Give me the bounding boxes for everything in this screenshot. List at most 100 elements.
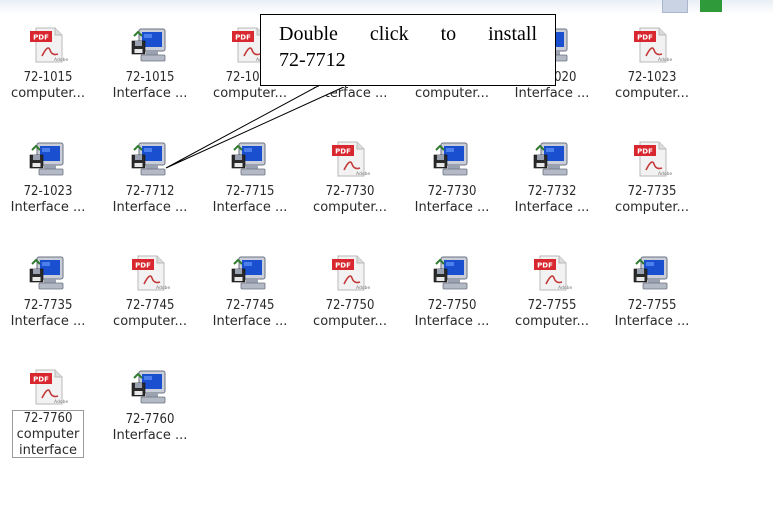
svg-text:Adobe: Adobe bbox=[356, 171, 370, 177]
install-callout: Double click to install 72-7712 bbox=[260, 14, 556, 86]
installer-file-item[interactable]: 72-1015 Interface ... bbox=[100, 26, 200, 102]
file-description: computer... bbox=[313, 314, 387, 329]
svg-text:PDF: PDF bbox=[637, 148, 653, 156]
file-description: Interface ... bbox=[212, 200, 288, 215]
installer-computer-icon bbox=[130, 26, 170, 64]
installer-file-item[interactable]: 72-7735 Interface ... bbox=[0, 254, 98, 330]
pdf-document-icon: PDF Adobe bbox=[532, 254, 572, 292]
installer-computer-icon bbox=[532, 140, 572, 178]
file-name: 72-7745 bbox=[225, 298, 275, 313]
installer-file-item[interactable]: 72-7760 Interface ... bbox=[100, 368, 200, 444]
file-label: 72-7750 Interface ... bbox=[402, 298, 502, 330]
pdf-file-item[interactable]: PDF Adobe 72-7750 computer... bbox=[300, 254, 400, 330]
pdf-file-item[interactable]: PDF Adobe 72-7745 computer... bbox=[100, 254, 200, 330]
file-name: 72-1023 bbox=[23, 184, 73, 199]
file-description: Interface ... bbox=[414, 314, 490, 329]
pdf-document-icon: PDF Adobe bbox=[330, 140, 370, 178]
svg-text:Adobe: Adobe bbox=[54, 399, 68, 405]
file-label: 72-1023 Interface ... bbox=[0, 184, 98, 216]
pdf-document-icon: PDF Adobe bbox=[632, 140, 672, 178]
file-name: 72-1015 bbox=[23, 70, 73, 85]
file-description: Interface ... bbox=[112, 200, 188, 215]
installer-file-item[interactable]: 72-7755 Interface ... bbox=[602, 254, 702, 330]
svg-text:PDF: PDF bbox=[135, 262, 151, 270]
file-description: Interface ... bbox=[212, 314, 288, 329]
file-name: 72-7732 bbox=[527, 184, 577, 199]
file-name: 72-7730 bbox=[427, 184, 477, 199]
file-label: 72-7760 Interface ... bbox=[100, 412, 200, 444]
file-description: computer... bbox=[415, 86, 489, 101]
svg-text:Adobe: Adobe bbox=[558, 285, 572, 291]
svg-text:PDF: PDF bbox=[537, 262, 553, 270]
file-label: 72-7760 computer interface bbox=[12, 410, 84, 458]
file-name: 72-7755 bbox=[627, 298, 677, 313]
pdf-file-item[interactable]: PDF Adobe 72-7755 computer... bbox=[502, 254, 602, 330]
svg-text:PDF: PDF bbox=[33, 34, 49, 42]
file-description: computer... bbox=[615, 200, 689, 215]
svg-text:Adobe: Adobe bbox=[156, 285, 170, 291]
svg-text:PDF: PDF bbox=[235, 34, 251, 42]
file-label: 72-7745 Interface ... bbox=[200, 298, 300, 330]
svg-text:PDF: PDF bbox=[33, 376, 49, 384]
file-description: Interface ... bbox=[614, 314, 690, 329]
file-label: 72-7735 Interface ... bbox=[0, 298, 98, 330]
svg-text:PDF: PDF bbox=[335, 262, 351, 270]
installer-file-item[interactable]: 72-1023 Interface ... bbox=[0, 140, 98, 216]
file-name: 72-7735 bbox=[627, 184, 677, 199]
file-name: 72-7745 bbox=[125, 298, 175, 313]
file-label: 72-7730 Interface ... bbox=[402, 184, 502, 216]
pdf-file-item[interactable]: PDF Adobe 72-7730 computer... bbox=[300, 140, 400, 216]
file-name: 72-7760 bbox=[23, 411, 73, 426]
file-description: Interface ... bbox=[112, 428, 188, 443]
installer-computer-icon bbox=[28, 140, 68, 178]
installer-computer-icon bbox=[230, 254, 270, 292]
installer-file-item[interactable]: 72-7750 Interface ... bbox=[402, 254, 502, 330]
file-name: 72-7750 bbox=[427, 298, 477, 313]
file-label: 72-7730 computer... bbox=[300, 184, 400, 216]
file-name: 72-7715 bbox=[225, 184, 275, 199]
file-name: 72-7712 bbox=[125, 184, 175, 199]
installer-computer-icon bbox=[632, 254, 672, 292]
file-label: 72-7735 computer... bbox=[602, 184, 702, 216]
file-description: computer interface bbox=[16, 427, 80, 458]
file-label: 72-7755 computer... bbox=[502, 298, 602, 330]
pdf-document-icon: PDF Adobe bbox=[632, 26, 672, 64]
file-description: computer... bbox=[113, 314, 187, 329]
installer-file-item[interactable]: 72-7745 Interface ... bbox=[200, 254, 300, 330]
installer-file-item[interactable]: 72-7730 Interface ... bbox=[402, 140, 502, 216]
installer-computer-icon bbox=[130, 368, 170, 406]
pdf-file-item[interactable]: PDF Adobe 72-1023 computer... bbox=[602, 26, 702, 102]
file-name: 72-7760 bbox=[125, 412, 175, 427]
svg-text:Adobe: Adobe bbox=[658, 171, 672, 177]
file-name: 72-7750 bbox=[325, 298, 375, 313]
file-description: computer... bbox=[213, 86, 287, 101]
pdf-document-icon: PDF Adobe bbox=[130, 254, 170, 292]
file-name: 72-1015 bbox=[125, 70, 175, 85]
file-label: 72-7732 Interface ... bbox=[502, 184, 602, 216]
file-name: 72-7735 bbox=[23, 298, 73, 313]
file-name: 72-7730 bbox=[325, 184, 375, 199]
file-label: 72-1015 computer... bbox=[0, 70, 98, 102]
file-description: computer... bbox=[313, 200, 387, 215]
file-label: 72-7755 Interface ... bbox=[602, 298, 702, 330]
file-description: computer... bbox=[11, 86, 85, 101]
installer-file-item[interactable]: 72-7732 Interface ... bbox=[502, 140, 602, 216]
file-label: 72-7715 Interface ... bbox=[200, 184, 300, 216]
file-description: Interface ... bbox=[112, 86, 188, 101]
installer-file-item[interactable]: 72-7715 Interface ... bbox=[200, 140, 300, 216]
pdf-file-item[interactable]: PDF Adobe 72-7735 computer... bbox=[602, 140, 702, 216]
callout-line-1: Double click to install bbox=[279, 23, 537, 45]
installer-computer-icon bbox=[28, 254, 68, 292]
installer-file-item[interactable]: 72-7712 Interface ... bbox=[100, 140, 200, 216]
pdf-file-item[interactable]: PDF Adobe 72-7760 computer interface bbox=[0, 368, 98, 458]
svg-text:PDF: PDF bbox=[335, 148, 351, 156]
file-label: 72-7750 computer... bbox=[300, 298, 400, 330]
svg-text:Adobe: Adobe bbox=[54, 57, 68, 63]
installer-computer-icon bbox=[432, 254, 472, 292]
pdf-document-icon: PDF Adobe bbox=[28, 26, 68, 64]
pdf-file-item[interactable]: PDF Adobe 72-1015 computer... bbox=[0, 26, 98, 102]
pdf-document-icon: PDF Adobe bbox=[330, 254, 370, 292]
file-label: 72-1015 Interface ... bbox=[100, 70, 200, 102]
file-description: computer... bbox=[515, 314, 589, 329]
file-name: 72-7755 bbox=[527, 298, 577, 313]
